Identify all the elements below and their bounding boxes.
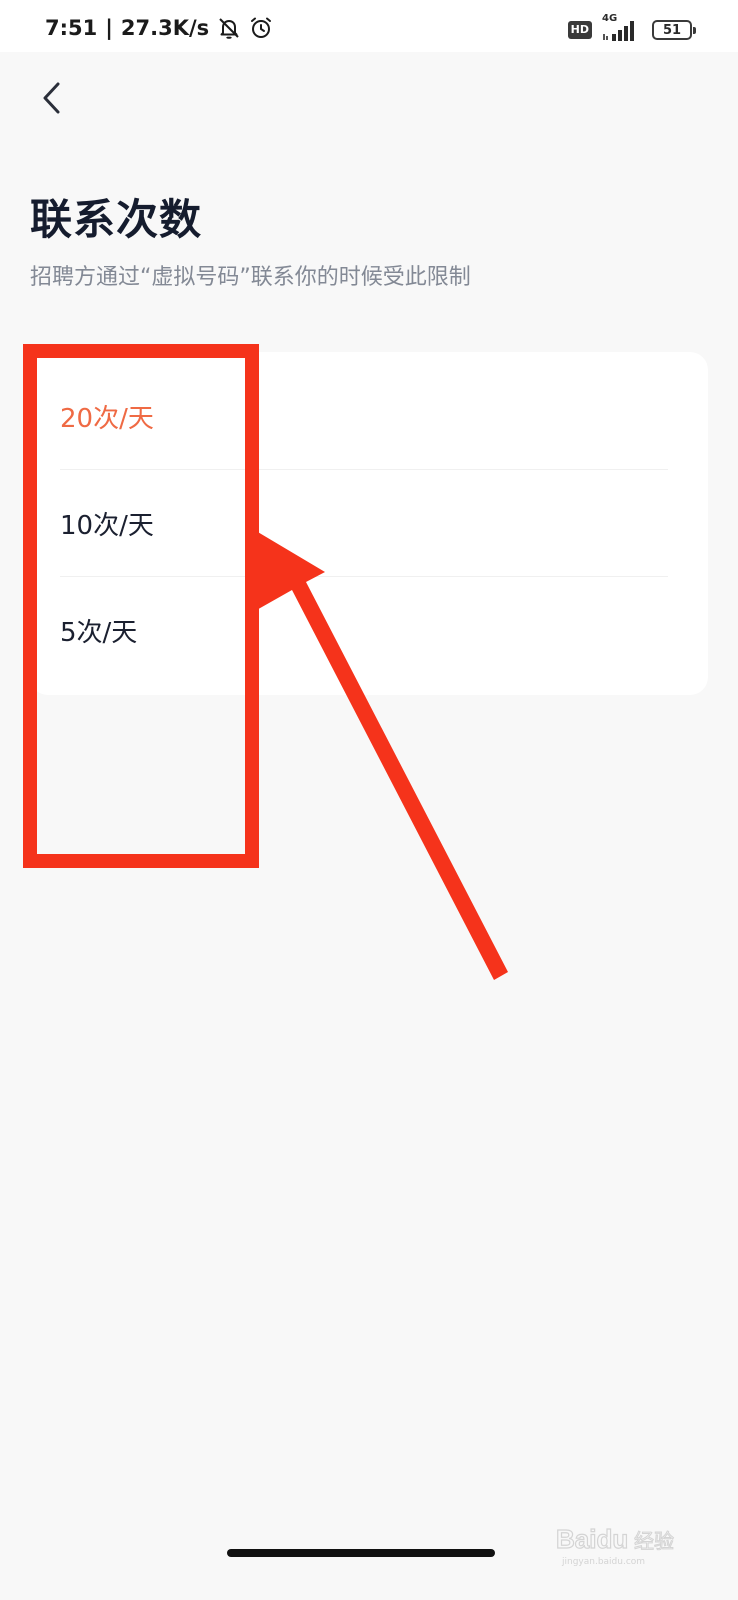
status-left: 7:51 | 27.3K/s — [45, 14, 273, 42]
signal-bars-icon: 4G — [602, 13, 642, 43]
contact-frequency-options: 20次/天 10次/天 5次/天 — [30, 352, 708, 695]
option-20-per-day[interactable]: 20次/天 — [60, 363, 668, 470]
option-label: 5次/天 — [60, 618, 138, 648]
page-title: 联系次数 — [30, 195, 203, 244]
chevron-left-icon — [43, 82, 60, 114]
page-subtitle: 招聘方通过“虚拟号码”联系你的时候受此限制 — [30, 265, 471, 290]
back-button[interactable] — [30, 74, 74, 122]
battery-icon: 51 — [652, 20, 696, 40]
status-bar: 7:51 | 27.3K/s HD 4G 51 — [0, 0, 738, 52]
option-5-per-day[interactable]: 5次/天 — [60, 577, 668, 684]
status-separator: | — [105, 16, 113, 40]
watermark-domain: jingyan.baidu.com — [561, 1557, 645, 1567]
hd-badge: HD — [567, 21, 592, 39]
home-indicator[interactable] — [227, 1549, 495, 1557]
option-label: 10次/天 — [60, 510, 154, 541]
baidu-jingyan-watermark: Baidu 经验 jingyan.baidu.com — [556, 1523, 675, 1567]
alarm-clock-icon — [249, 16, 273, 40]
watermark-brand-cn: 经验 — [634, 1529, 674, 1553]
watermark-brand: Baidu — [556, 1524, 628, 1554]
option-label: 20次/天 — [60, 403, 154, 434]
battery-level: 51 — [662, 22, 682, 38]
mute-bell-icon — [217, 16, 241, 40]
network-speed: 27.3K/s — [120, 16, 210, 40]
option-10-per-day[interactable]: 10次/天 — [60, 470, 668, 577]
status-right: HD 4G 51 — [567, 13, 696, 44]
status-time: 7:51 — [45, 16, 98, 40]
